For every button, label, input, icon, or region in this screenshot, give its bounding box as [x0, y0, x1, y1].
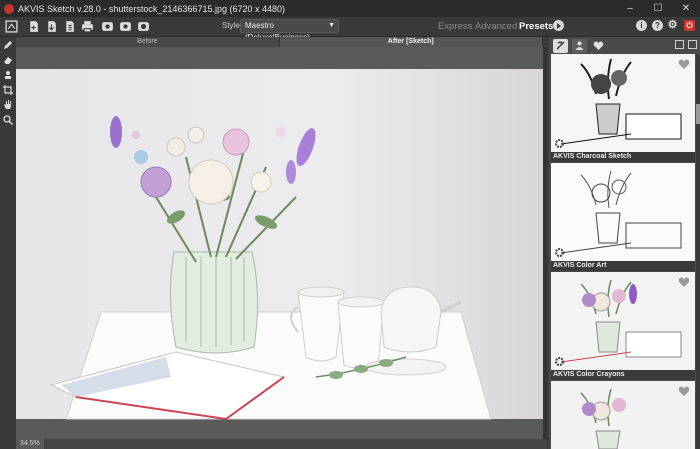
eraser-icon[interactable]: [0, 53, 16, 67]
help-icon[interactable]: ?: [652, 20, 663, 31]
preset-item[interactable]: AKVIS Charcoal Sketch: [551, 54, 695, 162]
preset-item[interactable]: [551, 381, 695, 449]
grid-view-icon[interactable]: [688, 40, 697, 49]
home-icon[interactable]: [4, 20, 18, 34]
preset-label: AKVIS Charcoal Sketch: [551, 152, 695, 162]
scrollbar-thumb[interactable]: [696, 104, 700, 124]
save-icon[interactable]: [44, 20, 58, 34]
run-icon[interactable]: [553, 20, 564, 31]
info-icon[interactable]: i: [636, 20, 647, 31]
window-title: AKVIS Sketch v.28.0 - shutterstock_21463…: [18, 3, 286, 14]
maximize-button[interactable]: ☐: [644, 0, 672, 17]
express-mode-tab[interactable]: Express: [438, 21, 472, 32]
zoom-icon[interactable]: [0, 113, 16, 127]
pencil-icon[interactable]: [0, 38, 16, 52]
style-dropdown[interactable]: Maestro (Deluxe|Business) ▼: [240, 19, 339, 42]
plugin-icon[interactable]: [136, 20, 150, 34]
gear-icon[interactable]: [554, 247, 565, 258]
image-canvas[interactable]: [16, 47, 543, 439]
artist-presets-tab[interactable]: [553, 38, 568, 53]
view-tabs: Before After [Sketch]: [16, 37, 543, 47]
preset-item[interactable]: AKVIS Color Crayons: [551, 272, 695, 380]
presets-panel: AKVIS Charcoal Sketch AKVIS Color Art AK…: [549, 37, 700, 449]
stamp-icon[interactable]: [0, 68, 16, 82]
app-logo-icon: [4, 3, 14, 14]
zoom-level[interactable]: 34.5%: [16, 439, 44, 449]
gear-icon[interactable]: [554, 138, 565, 149]
share-icon[interactable]: [118, 20, 132, 34]
heart-icon[interactable]: [678, 385, 690, 397]
preset-thumbnail: [551, 54, 695, 152]
tab-before[interactable]: Before: [16, 37, 280, 47]
preset-thumbnail: [551, 163, 695, 261]
presets-scrollbar[interactable]: [696, 54, 700, 449]
advanced-mode-tab[interactable]: Advanced: [475, 21, 517, 32]
tab-after[interactable]: After [Sketch]: [279, 37, 543, 47]
tool-sidebar: [0, 37, 16, 449]
main-toolbar: Style: Maestro (Deluxe|Business) ▼ Expre…: [0, 17, 700, 42]
save-as-icon[interactable]: [62, 20, 76, 34]
user-presets-tab[interactable]: [572, 38, 587, 53]
title-bar: AKVIS Sketch v.28.0 - shutterstock_21463…: [0, 0, 700, 17]
preset-item[interactable]: AKVIS Color Art: [551, 163, 695, 271]
minimize-button[interactable]: –: [616, 0, 644, 17]
crop-icon[interactable]: [0, 83, 16, 97]
sketch-artwork: [16, 47, 543, 439]
style-label: Style:: [222, 21, 243, 30]
favorites-tab[interactable]: [591, 39, 606, 53]
preset-label: AKVIS Color Crayons: [551, 370, 695, 380]
heart-icon[interactable]: [678, 58, 690, 70]
presets-mode-tab[interactable]: Presets: [519, 21, 553, 32]
heart-icon[interactable]: [678, 276, 690, 288]
preset-thumbnail: [551, 272, 695, 370]
close-window-button[interactable]: ✕: [672, 0, 700, 17]
open-icon[interactable]: [26, 20, 40, 34]
batch-icon[interactable]: [100, 20, 114, 34]
chevron-down-icon: ▼: [328, 22, 335, 29]
hand-icon[interactable]: [0, 98, 16, 112]
preset-label: AKVIS Color Art: [551, 261, 695, 271]
settings-gear-icon[interactable]: ⚙: [667, 20, 678, 31]
power-icon[interactable]: ⏻: [684, 20, 695, 31]
preset-thumbnail: [551, 381, 695, 449]
canvas-scrollbar[interactable]: [543, 47, 547, 439]
print-icon[interactable]: [80, 20, 94, 34]
gear-icon[interactable]: [554, 356, 565, 367]
status-bar: 34.5%: [16, 439, 547, 449]
list-view-icon[interactable]: [675, 40, 684, 49]
